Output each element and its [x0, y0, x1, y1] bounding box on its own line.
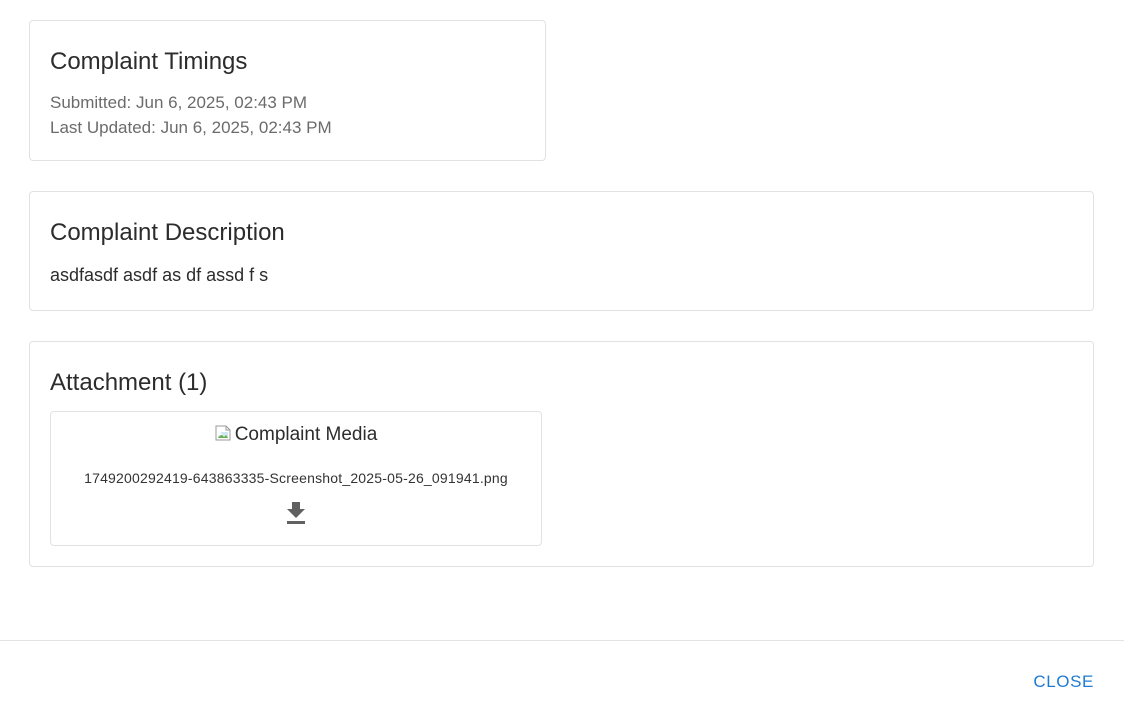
complaint-timings-title: Complaint Timings: [50, 48, 248, 75]
close-button[interactable]: CLOSE: [1033, 672, 1094, 692]
complaint-media-alt-text: Complaint Media: [234, 424, 378, 445]
complaint-timings-card: Complaint Timings Submitted: Jun 6, 2025…: [29, 20, 546, 161]
last-updated-timestamp: Last Updated: Jun 6, 2025, 02:43 PM: [50, 118, 332, 137]
broken-image-icon: [215, 425, 231, 441]
complaint-media-image[interactable]: Complaint Media: [51, 424, 541, 446]
complaint-description-card: Complaint Description asdfasdf asdf as d…: [29, 191, 1094, 311]
attachment-tile: Complaint Media 1749200292419-643863335-…: [50, 411, 542, 546]
complaint-description-title: Complaint Description: [50, 219, 285, 246]
footer-divider: [0, 640, 1124, 641]
attachment-card: Attachment (1) Complaint Media 174920029…: [29, 341, 1094, 567]
attachment-title: Attachment (1): [50, 369, 208, 396]
attachment-filename: 1749200292419-643863335-Screenshot_2025-…: [84, 470, 508, 486]
submitted-timestamp: Submitted: Jun 6, 2025, 02:43 PM: [50, 93, 308, 112]
complaint-description-text: asdfasdf asdf as df assd f s: [50, 265, 269, 285]
download-button[interactable]: [281, 498, 311, 528]
download-icon: [287, 502, 305, 524]
